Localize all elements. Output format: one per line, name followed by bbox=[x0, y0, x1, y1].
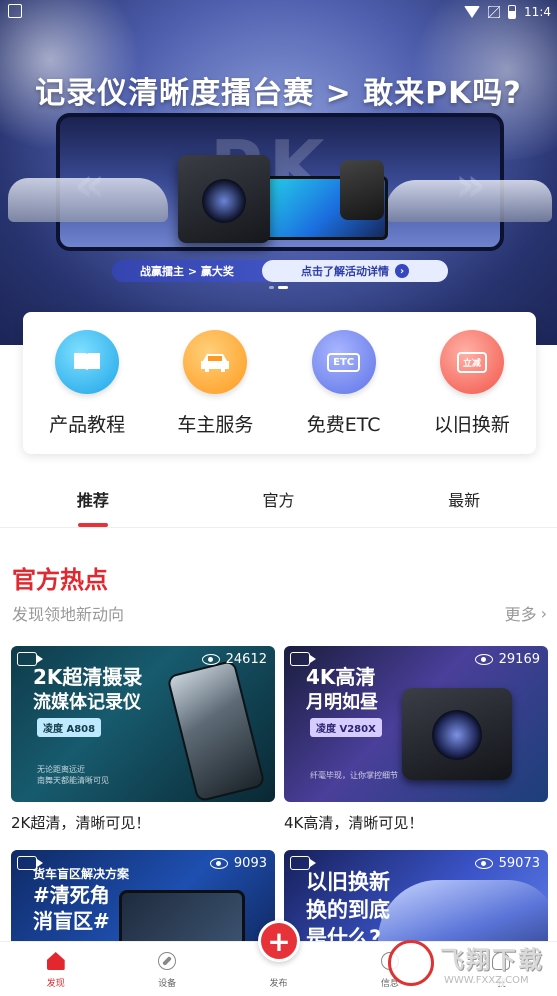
view-count: 24612 bbox=[201, 652, 267, 667]
publish-button[interactable]: + bbox=[258, 920, 300, 962]
card-headline: 4K高清 月明如昼 bbox=[306, 665, 378, 713]
hero-banner[interactable]: 记录仪清晰度擂台赛 > 敢来PK吗? « » PK 战赢擂主 > 赢大奖 点击了… bbox=[0, 0, 557, 345]
view-count: 29169 bbox=[474, 652, 540, 667]
service-free-etc[interactable]: ETC 免费ETC bbox=[289, 330, 399, 454]
dashcam-image bbox=[178, 155, 270, 243]
camera-image bbox=[340, 160, 384, 220]
book-icon bbox=[55, 330, 120, 394]
compass-icon bbox=[158, 952, 177, 970]
product-tag: 凌度 V280X bbox=[310, 718, 382, 737]
service-product-tutorial[interactable]: 产品教程 bbox=[32, 330, 142, 454]
clock: 11:4 bbox=[524, 5, 551, 19]
chevron-right-icon: › bbox=[540, 603, 547, 623]
service-trade-in[interactable]: 立减 以旧换新 bbox=[417, 330, 527, 454]
section-subtitle: 发现领地新动向 bbox=[12, 605, 125, 624]
video-card[interactable]: 24612 2K超清摄录 流媒体记录仪 凌度 A808 无论距离远近 南舞天都能… bbox=[11, 646, 275, 833]
nav-discover[interactable]: 发现 bbox=[0, 942, 111, 996]
view-count: 9093 bbox=[209, 856, 267, 871]
card-headline: 2K超清摄录 流媒体记录仪 bbox=[33, 665, 143, 713]
tab-indicator bbox=[77, 523, 108, 527]
eye-icon bbox=[201, 654, 220, 665]
product-tag: 凌度 A808 bbox=[37, 718, 102, 737]
arrow-right-icon: › bbox=[395, 264, 409, 278]
cars-image bbox=[386, 180, 552, 222]
car-icon bbox=[183, 330, 248, 394]
page-dot[interactable] bbox=[269, 286, 274, 289]
home-icon bbox=[46, 952, 65, 970]
nav-devices[interactable]: 设备 bbox=[111, 942, 222, 996]
trade-in-icon: 立减 bbox=[439, 330, 504, 394]
no-signal-icon bbox=[488, 6, 501, 18]
video-thumbnail[interactable]: 24612 2K超清摄录 流媒体记录仪 凌度 A808 无论距离远近 南舞天都能… bbox=[11, 646, 275, 802]
product-image bbox=[166, 659, 266, 802]
view-count: 59073 bbox=[474, 856, 540, 871]
banner-pill-left: 战赢擂主 > 赢大奖 bbox=[140, 265, 234, 278]
plus-icon: + bbox=[267, 924, 291, 958]
watermark: 飞翔下载 WWW.FXXZ.COM bbox=[388, 935, 553, 991]
banner-pagination bbox=[0, 286, 557, 289]
watermark-logo-icon bbox=[388, 940, 434, 986]
app-screen: 记录仪清晰度擂台赛 > 敢来PK吗? « » PK 战赢擂主 > 赢大奖 点击了… bbox=[0, 0, 557, 996]
more-link[interactable]: 更多 › bbox=[505, 601, 547, 625]
product-image bbox=[402, 688, 512, 780]
eye-icon bbox=[474, 858, 493, 869]
service-owner-services[interactable]: 车主服务 bbox=[160, 330, 270, 454]
wifi-icon bbox=[464, 6, 481, 18]
cars-image bbox=[8, 178, 168, 222]
battery-icon bbox=[508, 5, 517, 19]
notification-icon bbox=[8, 4, 22, 18]
video-thumbnail[interactable]: 29169 4K高清 月明如昼 凌度 V280X 纤毫毕现，让你掌控细节 bbox=[284, 646, 548, 802]
section-title: 官方热点 bbox=[12, 566, 108, 594]
eye-icon bbox=[474, 654, 493, 665]
banner-details-link[interactable]: 点击了解活动详情 › bbox=[262, 260, 448, 282]
card-headline: 货车盲区解决方案 #清死角 消盲区# bbox=[33, 867, 130, 933]
video-card[interactable]: 29169 4K高清 月明如昼 凌度 V280X 纤毫毕现，让你掌控细节 4K高… bbox=[284, 646, 548, 833]
banner-title: 记录仪清晰度擂台赛 > 敢来PK吗? bbox=[35, 76, 522, 111]
services-card: 产品教程 车主服务 ETC 免费ETC 立减 以旧换新 bbox=[23, 312, 536, 454]
card-headline: 以旧换新 换的到底 是什么? bbox=[306, 870, 390, 950]
status-bar: 11:4 bbox=[0, 0, 557, 26]
card-caption: 2K超清，清晰可见！ bbox=[11, 814, 151, 832]
eye-icon bbox=[209, 858, 228, 869]
tab-latest[interactable]: 最新 bbox=[371, 470, 557, 527]
page-dot-active[interactable] bbox=[278, 286, 288, 289]
etc-icon: ETC bbox=[311, 330, 376, 394]
tab-official[interactable]: 官方 bbox=[186, 470, 372, 527]
card-caption: 4K高清，清晰可见！ bbox=[284, 814, 424, 832]
banner-cta[interactable]: 战赢擂主 > 赢大奖 点击了解活动详情 › bbox=[112, 260, 448, 282]
tab-recommended[interactable]: 推荐 bbox=[0, 470, 186, 527]
feed-tabs: 推荐 官方 最新 bbox=[0, 470, 557, 528]
